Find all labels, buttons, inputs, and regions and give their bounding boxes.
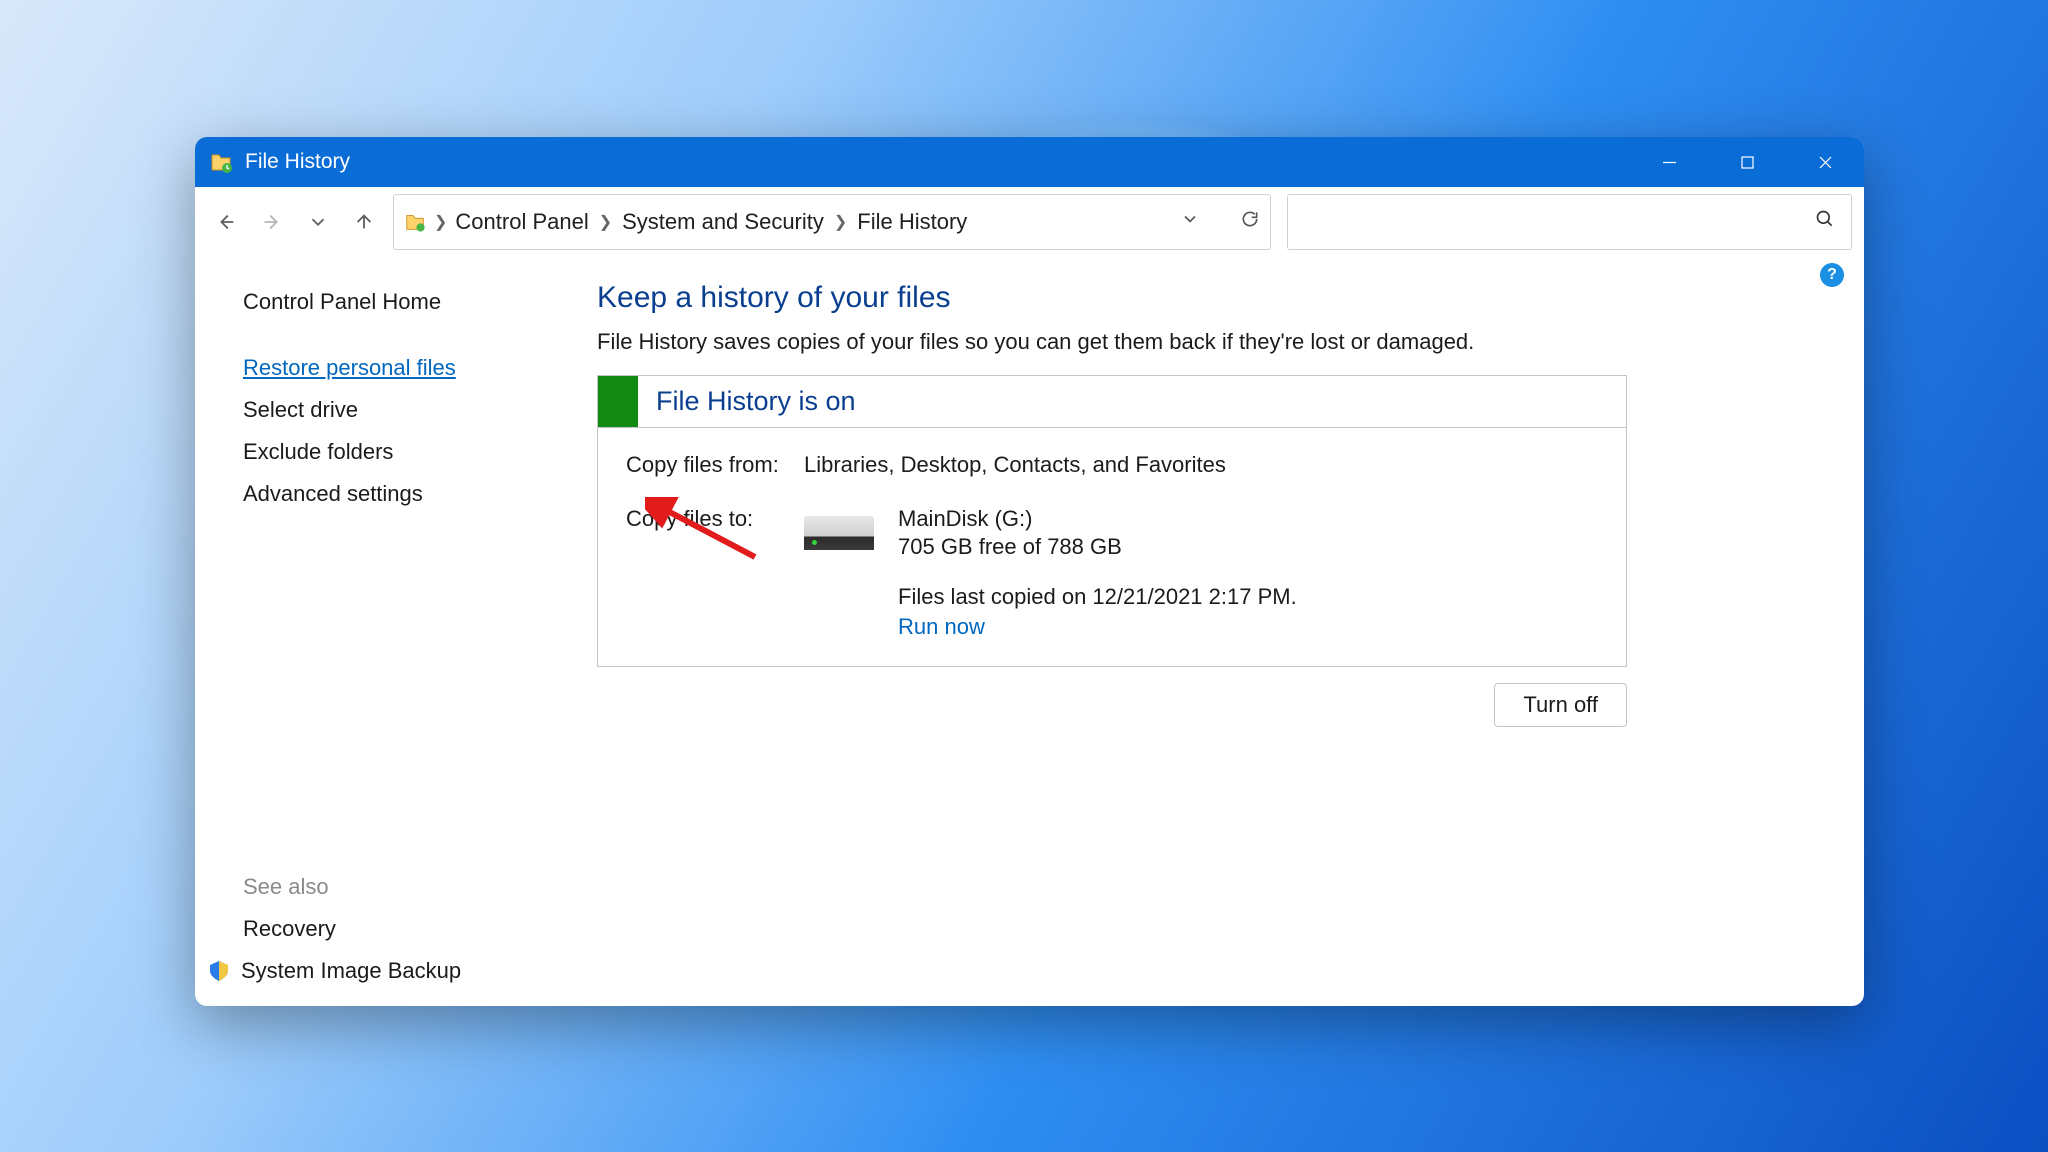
- breadcrumb-item[interactable]: File History: [857, 209, 967, 235]
- last-copied-text: Files last copied on 12/21/2021 2:17 PM.: [898, 584, 1297, 610]
- copy-to-label: Copy files to:: [626, 506, 804, 640]
- status-title: File History is on: [638, 386, 856, 417]
- app-icon: [209, 150, 233, 174]
- drive-space: 705 GB free of 788 GB: [898, 534, 1297, 560]
- status-on-indicator: [598, 376, 638, 427]
- maximize-button[interactable]: [1708, 137, 1786, 187]
- sidebar: Control Panel Home Restore personal file…: [195, 257, 547, 1006]
- sidebar-home[interactable]: Control Panel Home: [243, 281, 547, 323]
- run-now-link[interactable]: Run now: [898, 614, 1297, 640]
- nav-arrows: [207, 211, 389, 233]
- folder-icon: [404, 211, 426, 233]
- address-bar[interactable]: ❯ Control Panel ❯ System and Security ❯ …: [393, 194, 1271, 250]
- page-heading: Keep a history of your files: [597, 281, 1832, 315]
- up-button[interactable]: [353, 211, 375, 233]
- search-icon: [1815, 209, 1835, 234]
- recent-locations-dropdown[interactable]: [307, 211, 329, 233]
- status-header: File History is on: [598, 376, 1626, 428]
- copy-from-label: Copy files from:: [626, 452, 804, 478]
- titlebar[interactable]: File History: [195, 137, 1864, 187]
- shield-icon: [207, 959, 231, 983]
- chevron-right-icon: ❯: [434, 212, 447, 232]
- window-title: File History: [245, 150, 350, 174]
- chevron-right-icon: ❯: [599, 212, 612, 232]
- navigation-bar: ❯ Control Panel ❯ System and Security ❯ …: [195, 187, 1864, 257]
- main-content: ? Keep a history of your files File Hist…: [547, 257, 1864, 1006]
- chevron-right-icon: ❯: [834, 212, 847, 232]
- file-history-window: File History ❯ Control Panel ❯ System an…: [195, 137, 1864, 1006]
- sidebar-select-drive[interactable]: Select drive: [243, 389, 547, 431]
- drive-name: MainDisk (G:): [898, 506, 1297, 532]
- sidebar-recovery[interactable]: Recovery: [243, 908, 547, 950]
- sidebar-restore-link[interactable]: Restore personal files: [243, 355, 456, 380]
- window-controls: [1630, 137, 1864, 187]
- copy-from-value: Libraries, Desktop, Contacts, and Favori…: [804, 452, 1226, 478]
- see-also-label: See also: [243, 784, 547, 908]
- forward-button[interactable]: [261, 211, 283, 233]
- breadcrumb-item[interactable]: System and Security: [622, 209, 824, 235]
- minimize-button[interactable]: [1630, 137, 1708, 187]
- address-dropdown[interactable]: [1180, 209, 1200, 234]
- breadcrumb: Control Panel ❯ System and Security ❯ Fi…: [455, 209, 967, 235]
- sidebar-system-image-backup[interactable]: System Image Backup: [241, 958, 461, 984]
- status-box: File History is on Copy files from: Libr…: [597, 375, 1627, 667]
- breadcrumb-item[interactable]: Control Panel: [455, 209, 588, 235]
- search-box[interactable]: [1287, 194, 1852, 250]
- drive-icon: [804, 516, 874, 550]
- sidebar-advanced-settings[interactable]: Advanced settings: [243, 473, 547, 515]
- turn-off-button[interactable]: Turn off: [1494, 683, 1627, 727]
- help-button[interactable]: ?: [1820, 263, 1844, 287]
- refresh-button[interactable]: [1240, 209, 1260, 234]
- page-subtitle: File History saves copies of your files …: [597, 329, 1832, 355]
- sidebar-exclude-folders[interactable]: Exclude folders: [243, 431, 547, 473]
- close-button[interactable]: [1786, 137, 1864, 187]
- back-button[interactable]: [215, 211, 237, 233]
